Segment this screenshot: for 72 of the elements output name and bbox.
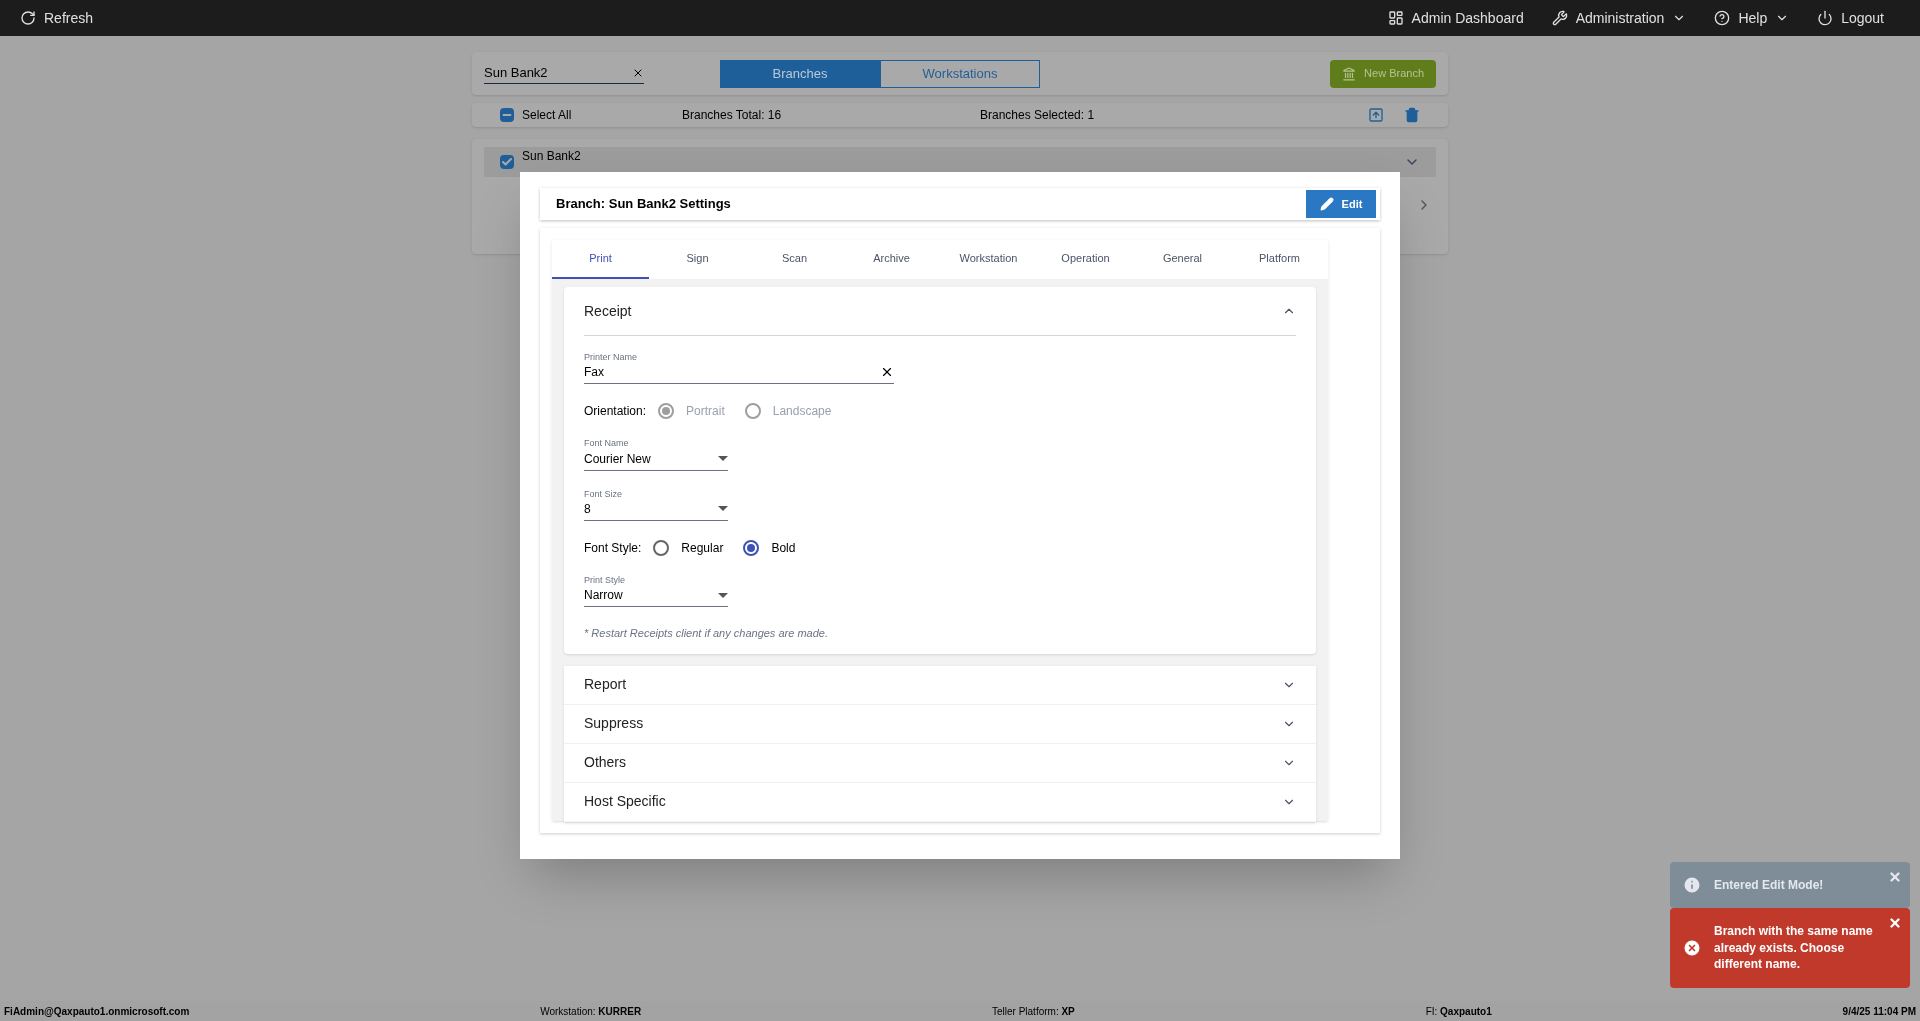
- settings-tab[interactable]: Platform: [1231, 240, 1328, 279]
- select-field[interactable]: Print Style Narrow: [584, 574, 728, 607]
- radio-button[interactable]: [653, 539, 670, 556]
- toast-message: Branch with the same name already exists. Choose different name.: [1714, 923, 1874, 973]
- status-item: Workstation: KURRER: [540, 1004, 642, 1019]
- field-value: Narrow: [584, 587, 623, 604]
- bank-icon: [1342, 66, 1357, 81]
- radio-option[interactable]: Regular: [653, 538, 724, 557]
- refresh-icon: [20, 10, 36, 26]
- settings-tab[interactable]: Operation: [1037, 240, 1134, 279]
- status-item: Teller Platform: XP: [991, 1004, 1075, 1019]
- nav-menu-item[interactable]: Administration: [1551, 7, 1687, 29]
- section-header[interactable]: Receipt: [564, 287, 1316, 335]
- row-checkbox[interactable]: [500, 155, 514, 169]
- select-field[interactable]: Font Name Courier New: [584, 438, 728, 471]
- field-label: Font Size: [584, 488, 624, 500]
- branches-total: Branches Total: 16: [682, 107, 783, 124]
- menu-item-icon: [1387, 10, 1404, 26]
- radio-group-label: Font Style:: [584, 539, 642, 557]
- view-tab[interactable]: Branches: [720, 59, 880, 88]
- branch-name: Sun Bank2: [522, 148, 581, 165]
- dropdown-caret-icon: [718, 506, 728, 512]
- status-item: FI: Qaxpauto1: [1425, 1004, 1492, 1019]
- field-value: Fax: [584, 364, 604, 382]
- search-field[interactable]: Sun Bank2: [484, 63, 644, 84]
- trash-icon[interactable]: [1404, 107, 1420, 123]
- settings-tab[interactable]: Sign: [649, 240, 746, 279]
- search-value: Sun Bank2: [484, 64, 548, 83]
- section-header[interactable]: Suppress: [564, 704, 1316, 743]
- section-header[interactable]: Report: [564, 665, 1316, 704]
- check-icon: [501, 156, 513, 168]
- field-value: Courier New: [584, 450, 651, 468]
- error-icon: [1682, 938, 1702, 958]
- section-header[interactable]: Others: [564, 743, 1316, 782]
- nav-menu-item[interactable]: Help: [1714, 7, 1790, 29]
- clear-icon[interactable]: [632, 67, 644, 79]
- printer-name-field[interactable]: Printer Name Fax: [584, 352, 894, 385]
- nav-menu-item[interactable]: Logout: [1817, 7, 1884, 29]
- settings-tab[interactable]: General: [1134, 240, 1231, 279]
- status-item: 9/4/25 11:04 PM: [1842, 1004, 1916, 1019]
- radio-button[interactable]: [743, 539, 760, 556]
- refresh-button[interactable]: Refresh: [20, 7, 94, 29]
- field-label: Printer Name: [584, 352, 638, 364]
- settings-tab[interactable]: Archive: [843, 240, 940, 279]
- section-header[interactable]: Host Specific: [564, 782, 1316, 821]
- pencil-icon: [1319, 197, 1334, 211]
- field-label: Print Style: [584, 574, 626, 586]
- close-icon[interactable]: [1888, 916, 1902, 930]
- settings-tab[interactable]: Print: [552, 240, 649, 279]
- close-icon[interactable]: [1888, 870, 1902, 884]
- info-icon: [1682, 875, 1702, 895]
- dropdown-caret-icon: [718, 592, 728, 598]
- menu-item-icon: [1817, 10, 1834, 26]
- nav-menu-item[interactable]: Admin Dashboard: [1387, 7, 1524, 29]
- menu-item-icon: [1714, 10, 1731, 26]
- restart-note: * Restart Receipts client if any changes are made.: [584, 626, 829, 641]
- radio-option[interactable]: Bold: [743, 538, 796, 557]
- dropdown-caret-icon: [718, 456, 728, 461]
- branches-selected: Branches Selected: 1: [980, 107, 1095, 124]
- status-item: FiAdmin@Qaxpauto1.onmicrosoft.com: [4, 1004, 190, 1019]
- edit-button[interactable]: Edit: [1306, 190, 1376, 218]
- field-value: 8: [584, 500, 591, 518]
- dialog-title: Branch: Sun Bank2 Settings: [556, 195, 731, 214]
- select-all-checkbox[interactable]: Select All: [500, 106, 682, 124]
- menu-item-icon: [1551, 10, 1568, 26]
- settings-tab[interactable]: Workstation: [940, 240, 1037, 279]
- field-label: Font Name: [584, 438, 630, 450]
- select-field[interactable]: Font Size 8: [584, 488, 728, 521]
- radio-group-label: Orientation:: [584, 403, 647, 421]
- toast-message: Entered Edit Mode!: [1714, 876, 1825, 894]
- settings-tab[interactable]: Scan: [746, 240, 843, 279]
- upload-icon[interactable]: [1368, 107, 1384, 123]
